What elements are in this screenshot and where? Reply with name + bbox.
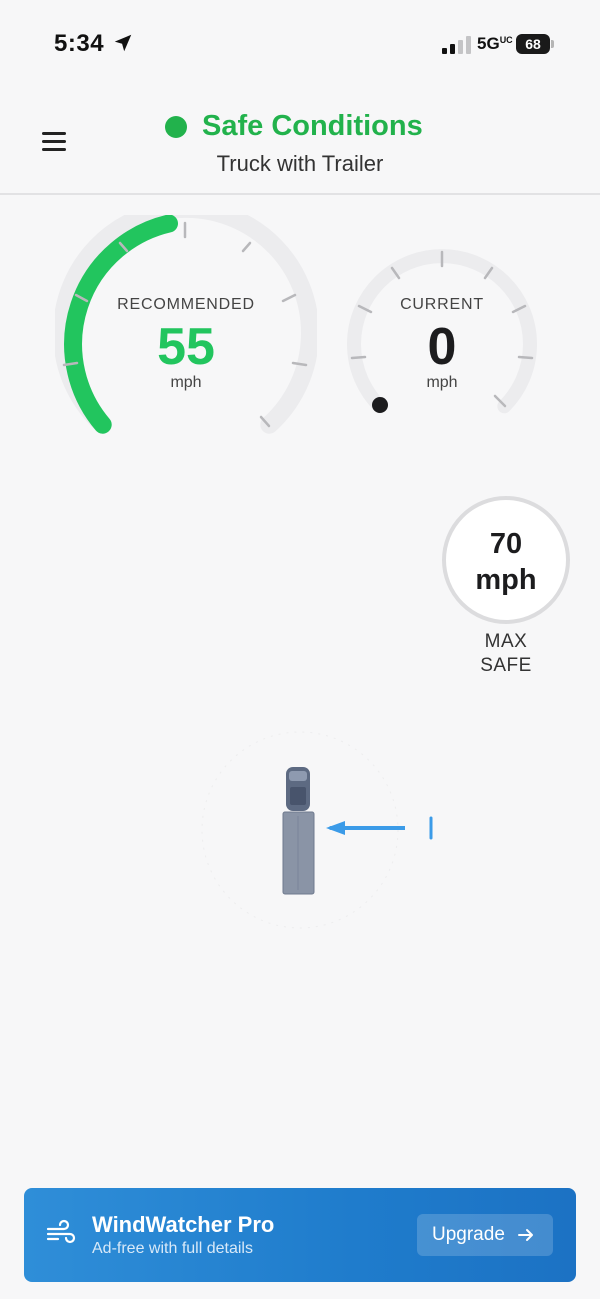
max-safe-unit: mph bbox=[475, 564, 537, 596]
recommended-gauge: RECOMMENDED 55 mph bbox=[55, 215, 317, 445]
current-gauge: CURRENT 0 mph bbox=[345, 244, 539, 424]
banner-subtitle: Ad-free with full details bbox=[92, 1240, 253, 1257]
battery-icon: 68 bbox=[516, 34, 554, 54]
arrow-right-icon bbox=[518, 1229, 533, 1241]
network-type: 5GUC bbox=[477, 34, 513, 53]
location-arrow-icon bbox=[114, 34, 132, 52]
wind-icon bbox=[46, 1219, 76, 1244]
max-safe-badge: 70 mph bbox=[442, 496, 570, 624]
recommended-value: 55 bbox=[157, 318, 215, 376]
max-safe-label: MAX SAFE bbox=[480, 631, 532, 676]
recommended-label: RECOMMENDED bbox=[117, 296, 255, 313]
current-label: CURRENT bbox=[400, 296, 484, 313]
banner-title: WindWatcher Pro bbox=[92, 1212, 275, 1237]
recommended-unit: mph bbox=[170, 374, 202, 391]
current-unit: mph bbox=[426, 374, 458, 391]
status-bar: 5:34 5GUC 68 bbox=[0, 0, 600, 88]
vehicle-type-label: Truck with Trailer bbox=[216, 151, 384, 176]
header: Safe Conditions Truck with Trailer bbox=[0, 88, 600, 195]
battery-level: 68 bbox=[516, 34, 550, 54]
wind-arrow-icon bbox=[429, 816, 433, 840]
current-value: 0 bbox=[427, 318, 457, 376]
upgrade-button[interactable]: Upgrade bbox=[417, 1214, 553, 1256]
status-time: 5:34 bbox=[54, 30, 105, 57]
upgrade-button-label: Upgrade bbox=[432, 1224, 505, 1245]
max-safe-value: 70 bbox=[489, 528, 523, 560]
cellular-signal-icon bbox=[442, 36, 471, 54]
status-indicator-dot bbox=[165, 116, 187, 138]
condition-status: Safe Conditions bbox=[202, 110, 423, 142]
pro-upgrade-banner[interactable]: WindWatcher Pro Ad-free with full detail… bbox=[24, 1188, 576, 1282]
